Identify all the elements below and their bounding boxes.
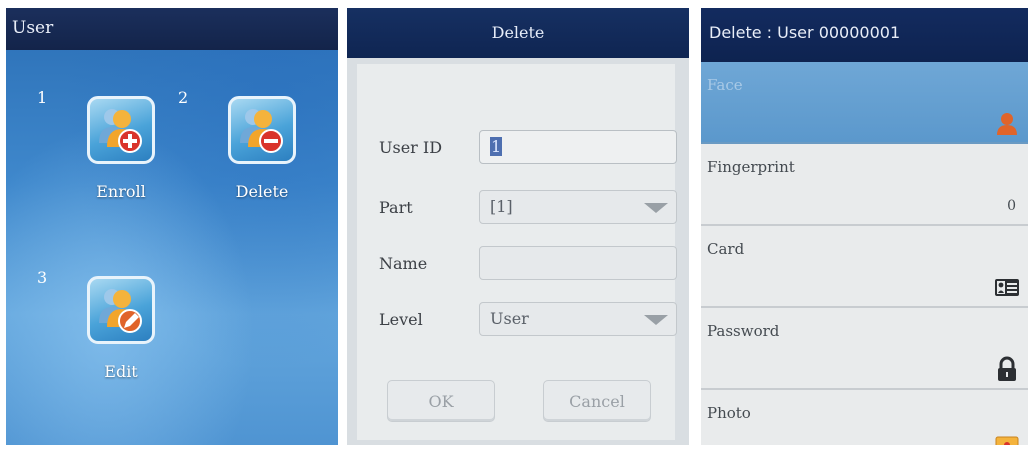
item-label: Photo [707, 404, 751, 422]
item-label: Face [707, 76, 743, 94]
part-label: Part [379, 198, 413, 217]
face-icon [994, 110, 1020, 136]
tile-number: 1 [37, 88, 48, 107]
user-id-label: User ID [379, 138, 443, 157]
tile-number: 2 [178, 88, 189, 107]
name-label: Name [379, 254, 428, 273]
list-item-password[interactable]: Password [701, 308, 1028, 390]
list-item-face[interactable]: Face [701, 62, 1028, 144]
list-item-fingerprint[interactable]: Fingerprint 0 [701, 144, 1028, 226]
user-add-icon[interactable] [87, 96, 155, 164]
dialog-title: Delete [347, 8, 689, 58]
chevron-down-icon [644, 203, 668, 213]
tile-label: Edit [104, 362, 138, 381]
user-id-value: 1 [490, 137, 503, 156]
screen-title: User [6, 8, 338, 50]
tile-label: Enroll [96, 182, 146, 201]
level-value: User [490, 309, 529, 328]
part-select[interactable]: [1] [479, 190, 677, 224]
delete-user-screen: Delete : User 00000001 Face Fingerprint … [701, 8, 1028, 445]
part-value: [1] [490, 197, 513, 216]
user-id-input[interactable]: 1 [479, 130, 677, 164]
id-card-icon [994, 274, 1020, 300]
item-label: Card [707, 240, 745, 258]
user-menu-screen: User 1 Enroll 2 Delete 3 Edit [6, 8, 338, 445]
name-field [479, 246, 677, 280]
level-label: Level [379, 310, 423, 329]
user-edit-icon[interactable] [87, 276, 155, 344]
item-label: Password [707, 322, 780, 340]
level-select[interactable]: User [479, 302, 677, 336]
chevron-down-icon [644, 315, 668, 325]
fingerprint-count: 0 [1007, 198, 1016, 214]
delete-dialog-screen: Delete User ID 1 Part [1] Name Level Use… [347, 8, 689, 445]
photo-icon [994, 436, 1020, 445]
screen-title: Delete : User 00000001 [701, 8, 1028, 62]
item-label: Fingerprint [707, 158, 795, 176]
list-item-photo[interactable]: Photo [701, 390, 1028, 445]
ok-button[interactable]: OK [387, 380, 495, 422]
tile-number: 3 [37, 268, 48, 287]
lock-icon [994, 356, 1020, 382]
list-item-card[interactable]: Card [701, 226, 1028, 308]
tile-label: Delete [235, 182, 289, 201]
cancel-button[interactable]: Cancel [543, 380, 651, 422]
user-remove-icon[interactable] [228, 96, 296, 164]
